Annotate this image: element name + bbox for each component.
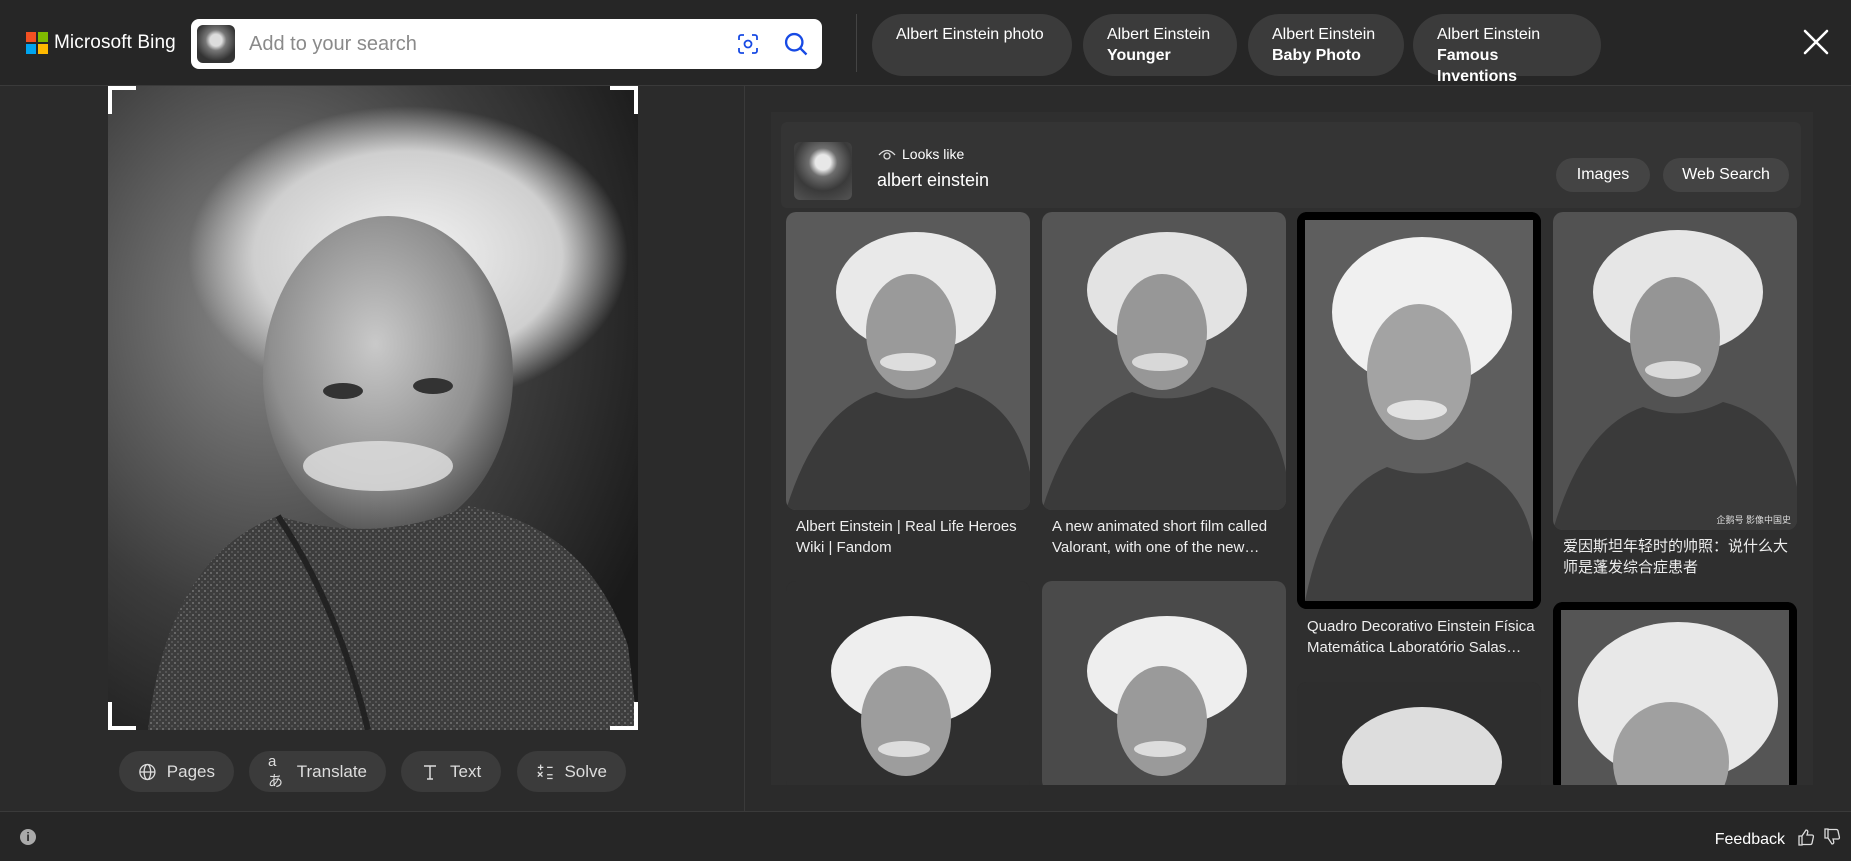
crop-corner-top-left[interactable]: [108, 86, 136, 114]
result-image: [1553, 602, 1797, 785]
related-chip-baby-photo[interactable]: Albert Einstein Baby Photo: [1248, 14, 1404, 76]
web-search-button[interactable]: Web Search: [1663, 158, 1789, 192]
translate-button[interactable]: aあ Translate: [249, 751, 386, 792]
result-caption[interactable]: A new animated short film called Valoran…: [1052, 516, 1282, 558]
result-image: [1042, 581, 1286, 785]
search-icon[interactable]: [782, 30, 810, 58]
result-card[interactable]: [1042, 212, 1286, 510]
result-caption[interactable]: 爱因斯坦年轻时的帅照：说什么大师是蓬发综合症患者: [1563, 536, 1793, 578]
result-card[interactable]: [1042, 581, 1286, 785]
solve-button[interactable]: Solve: [517, 751, 626, 792]
search-box[interactable]: [191, 19, 822, 69]
images-button[interactable]: Images: [1556, 158, 1650, 192]
looks-like-heading: Looks like: [878, 146, 964, 162]
thumbs-down-icon[interactable]: [1823, 828, 1841, 846]
image-watermark: 企鹅号 影像中国史: [1716, 515, 1791, 525]
chip-label: Albert Einstein: [1107, 26, 1211, 43]
crop-corner-bottom-left[interactable]: [108, 702, 136, 730]
result-caption[interactable]: Quadro Decorativo Einstein Física Matemá…: [1307, 616, 1537, 658]
related-chip-famous-inventions[interactable]: Albert Einstein Famous Inventions: [1413, 14, 1601, 85]
eye-icon: [878, 149, 896, 160]
result-image: [786, 581, 1030, 785]
pages-button[interactable]: Pages: [119, 751, 234, 792]
chip-label: Albert Einstein: [1272, 26, 1376, 43]
entity-name[interactable]: albert einstein: [877, 170, 989, 191]
looks-like-label: Looks like: [902, 146, 965, 162]
logo-text: Microsoft Bing: [54, 32, 176, 53]
result-card[interactable]: 企鹅号 影像中国史: [1553, 212, 1797, 530]
math-icon: [537, 764, 553, 779]
chip-label-bold: Baby Photo: [1272, 47, 1361, 64]
result-card[interactable]: [786, 212, 1030, 510]
result-image: [1297, 212, 1541, 609]
related-chip-photo[interactable]: Albert Einstein photo: [872, 14, 1072, 76]
header-divider: [856, 14, 857, 72]
result-image: [1553, 212, 1797, 530]
related-chip-younger[interactable]: Albert Einstein Younger: [1083, 14, 1237, 76]
text-label: Text: [450, 761, 482, 781]
looks-like-card: Looks like albert einstein Images Web Se…: [781, 122, 1801, 208]
solve-label: Solve: [564, 761, 607, 781]
chip-label: Albert Einstein photo: [896, 26, 1044, 43]
translate-icon: aあ: [268, 752, 284, 790]
crop-corner-top-right[interactable]: [610, 86, 638, 114]
web-search-button-label: Web Search: [1682, 166, 1770, 183]
close-icon[interactable]: [1801, 27, 1831, 57]
query-image-pane: [0, 86, 745, 811]
globe-icon: [139, 763, 156, 780]
footer-bar: i Feedback: [0, 811, 1851, 861]
entity-thumbnail[interactable]: [794, 142, 852, 200]
results-pane: Looks like albert einstein Images Web Se…: [771, 112, 1813, 785]
result-card[interactable]: [786, 581, 1030, 785]
chip-label-bold: Famous Inventions: [1437, 47, 1518, 85]
result-image: [1042, 212, 1286, 510]
result-card[interactable]: [1297, 682, 1541, 785]
result-card[interactable]: [1297, 212, 1541, 609]
feedback-link[interactable]: Feedback: [1715, 831, 1785, 849]
visual-search-icon[interactable]: [736, 32, 760, 56]
translate-label: Translate: [296, 761, 367, 781]
header-bar: Microsoft Bing Albert Einstein photo Alb…: [0, 0, 1851, 86]
query-image-thumbnail[interactable]: [197, 25, 235, 63]
thumbs-up-icon[interactable]: [1797, 828, 1815, 846]
search-input[interactable]: [249, 32, 699, 56]
chip-label-bold: Younger: [1107, 47, 1171, 64]
result-caption[interactable]: Albert Einstein | Real Life Heroes Wiki …: [796, 516, 1026, 558]
result-image: [786, 212, 1030, 510]
info-icon[interactable]: i: [20, 829, 36, 845]
images-button-label: Images: [1576, 166, 1630, 183]
pages-label: Pages: [166, 761, 215, 781]
result-image: [1297, 682, 1541, 785]
microsoft-logo-icon: [26, 32, 48, 54]
chip-label: Albert Einstein: [1437, 26, 1541, 43]
text-icon: [424, 764, 436, 780]
crop-corner-bottom-right[interactable]: [610, 702, 638, 730]
text-button[interactable]: Text: [401, 751, 501, 792]
bing-logo[interactable]: Microsoft Bing: [26, 32, 176, 54]
query-image[interactable]: [108, 86, 638, 730]
result-card[interactable]: [1553, 602, 1797, 785]
